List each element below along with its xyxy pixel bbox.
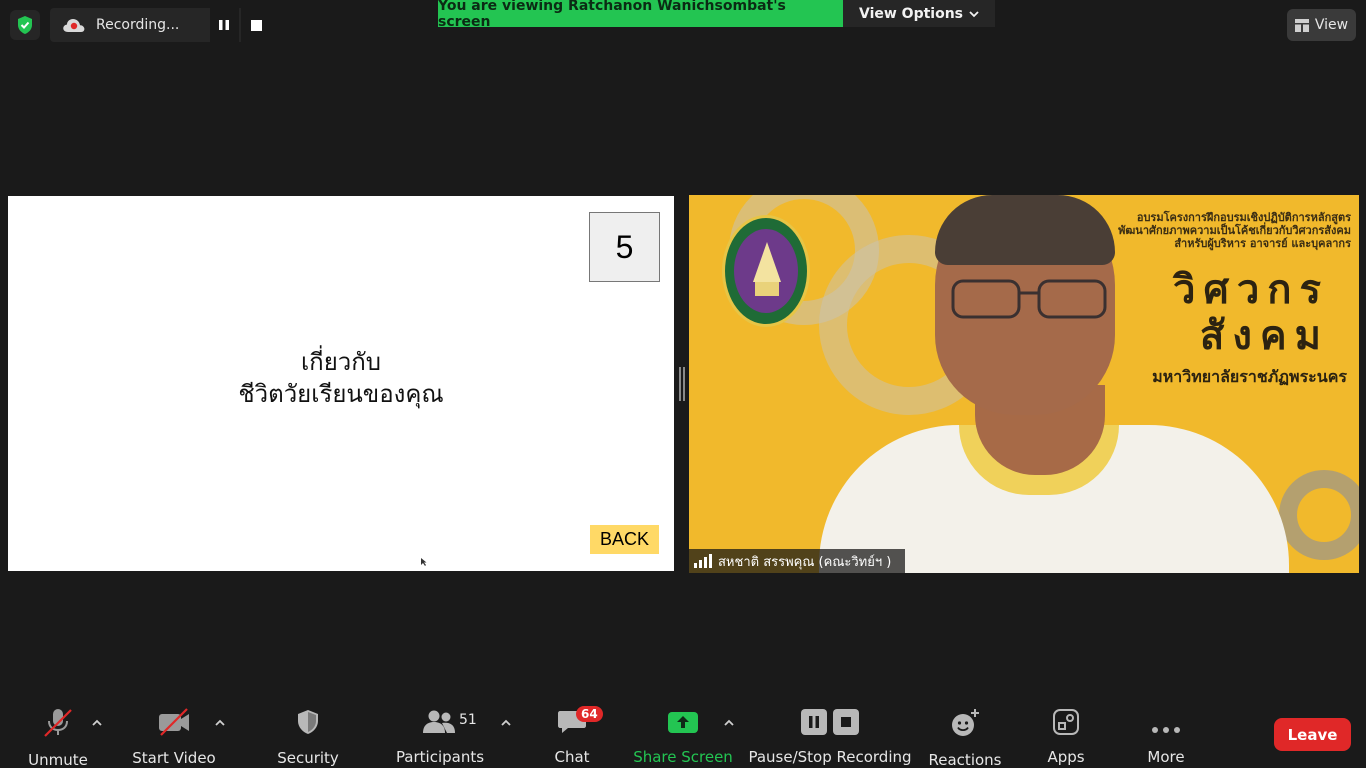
video-muted-icon — [159, 708, 189, 736]
participants-options-caret[interactable] — [501, 718, 511, 729]
slide-number: 5 — [589, 212, 660, 282]
leave-button[interactable]: Leave — [1274, 718, 1351, 751]
view-options-label: View Options — [858, 5, 964, 22]
meeting-toolbar: Unmute Start Video Security 51 Participa… — [0, 700, 1366, 768]
more-label: More — [1147, 748, 1185, 766]
mic-muted-icon — [44, 709, 72, 737]
glasses — [951, 279, 1107, 319]
chevron-up-icon — [92, 719, 102, 726]
chat-unread-badge: 64 — [576, 706, 603, 722]
share-options-caret[interactable] — [724, 718, 734, 729]
share-arrow-icon — [668, 712, 698, 733]
participant-name-tag: สหชาติ สรรพคุณ (คณะวิทย์ฯ ) — [689, 549, 905, 573]
reactions-icon — [952, 709, 979, 736]
security-label: Security — [277, 749, 339, 767]
slide-back-button[interactable]: BACK — [590, 525, 659, 554]
participant-video-tile[interactable]: อบรมโครงการฝึกอบรมเชิงปฏิบัติการหลักสูตร… — [689, 195, 1359, 573]
unmute-label: Unmute — [28, 751, 88, 768]
grid-view-icon — [1294, 18, 1309, 32]
share-screen-button[interactable]: Share Screen — [633, 708, 733, 766]
reactions-button[interactable]: Reactions — [928, 708, 1002, 768]
chevron-down-icon — [969, 10, 979, 17]
start-video-label: Start Video — [132, 749, 216, 767]
pause-recording-button[interactable] — [209, 8, 240, 42]
encryption-shield-button[interactable] — [10, 10, 40, 40]
background-gear — [1279, 470, 1359, 560]
participants-button[interactable]: 51 Participants — [395, 708, 485, 766]
unmute-button[interactable]: Unmute — [28, 708, 88, 768]
chevron-up-icon — [501, 719, 511, 726]
apps-label: Apps — [1047, 748, 1085, 766]
shared-screen-slide[interactable]: 5 เกี่ยวกับ ชีวิตวัยเรียนของคุณ BACK — [8, 196, 674, 571]
stop-icon — [833, 709, 859, 735]
participants-icon — [423, 710, 455, 733]
background-university-text: มหาวิทยาลัยราชภัฏพระนคร — [1152, 367, 1347, 386]
view-layout-button[interactable]: View — [1287, 9, 1356, 41]
participants-label: Participants — [395, 748, 485, 766]
recording-label: Recording... — [96, 17, 180, 33]
recording-indicator: Recording... — [50, 8, 271, 42]
audio-options-caret[interactable] — [92, 718, 102, 729]
panel-splitter-handle[interactable] — [679, 367, 685, 401]
stop-icon — [250, 19, 262, 31]
background-big-text-2: สังคม — [1199, 313, 1329, 359]
pause-stop-recording-button[interactable]: Pause/Stop Recording — [748, 708, 912, 766]
chevron-up-icon — [724, 719, 734, 726]
slide-title-line-2: ชีวิตวัยเรียนของคุณ — [238, 380, 444, 408]
signal-bars-icon — [694, 554, 712, 568]
pause-icon — [801, 709, 827, 735]
background-banner-text: อบรมโครงการฝึกอบรมเชิงปฏิบัติการหลักสูตร… — [1118, 211, 1351, 250]
chat-label: Chat — [554, 748, 590, 766]
viewing-screen-banner: You are viewing Ratchanon Wanichsombat's… — [438, 0, 843, 30]
participant-count: 51 — [459, 712, 477, 728]
pause-stop-recording-label: Pause/Stop Recording — [748, 748, 912, 766]
video-options-caret[interactable] — [215, 718, 225, 729]
zoom-meeting-window: Recording... You are viewing Ratchanon W… — [0, 0, 1366, 768]
shield-check-icon — [18, 16, 32, 34]
more-button[interactable]: More — [1144, 708, 1188, 766]
more-dots-icon — [1152, 727, 1180, 733]
participant-name: สหชาติ สรรพคุณ (คณะวิทย์ฯ ) — [718, 554, 892, 570]
apps-icon — [1053, 709, 1079, 735]
slide-title-line-1: เกี่ยวกับ — [300, 348, 382, 376]
university-logo — [722, 215, 810, 327]
chat-button[interactable]: 64 Chat — [550, 706, 603, 766]
mouse-cursor-icon — [421, 558, 427, 566]
reactions-label: Reactions — [928, 751, 1002, 768]
stop-recording-button[interactable] — [241, 8, 271, 42]
view-label: View — [1314, 17, 1349, 33]
view-options-button[interactable]: View Options — [843, 0, 995, 27]
pause-icon — [219, 20, 230, 30]
security-button[interactable]: Security — [277, 708, 339, 767]
share-screen-label: Share Screen — [633, 748, 733, 766]
start-video-button[interactable]: Start Video — [132, 708, 216, 767]
chevron-up-icon — [215, 719, 225, 726]
cloud-record-icon — [62, 15, 86, 35]
slide-title: เกี่ยวกับ ชีวิตวัยเรียนของคุณ — [8, 346, 674, 410]
security-shield-icon — [298, 710, 318, 734]
apps-button[interactable]: Apps — [1044, 708, 1088, 766]
